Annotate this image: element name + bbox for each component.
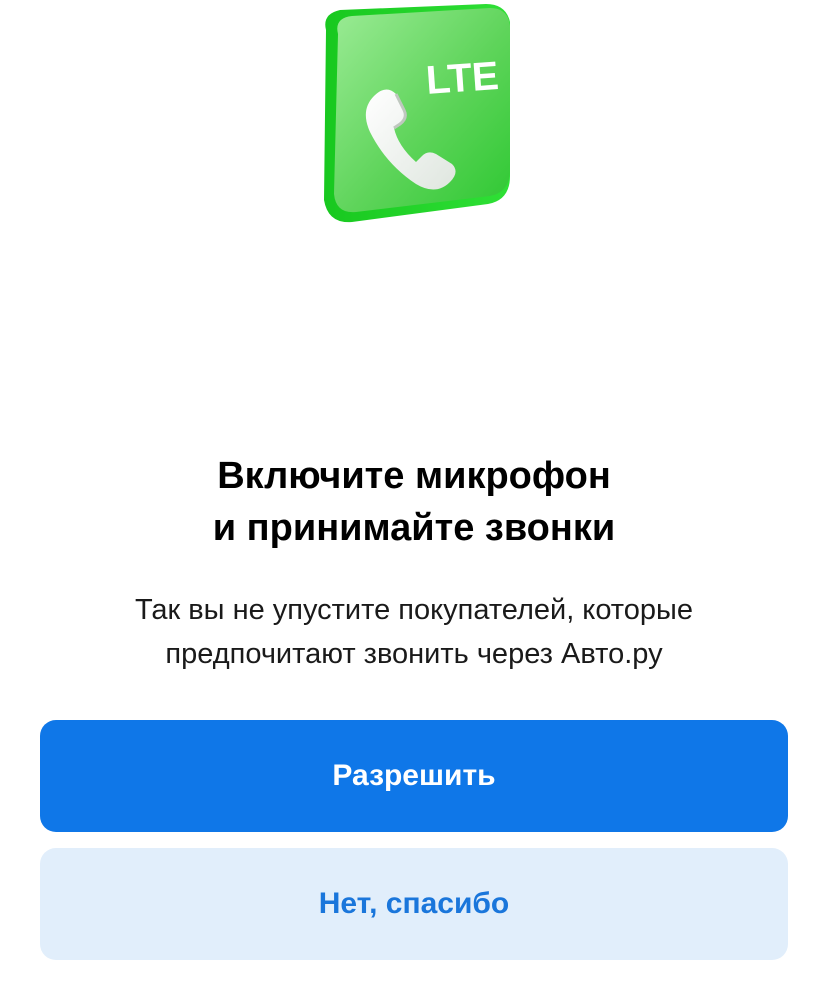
- microphone-permission-screen: LTE Включите микрофон и принимайте звонк…: [0, 0, 828, 1000]
- dialog-description: Так вы не упустите покупателей, которые …: [0, 588, 828, 676]
- lte-call-illustration: LTE: [304, 0, 524, 232]
- dialog-title-line-2: и принимайте звонки: [212, 507, 616, 549]
- dialog-description-line-1: Так вы не упустите покупателей, которые: [134, 594, 693, 626]
- allow-button[interactable]: Разрешить: [40, 720, 788, 832]
- lte-badge-text: LTE: [425, 54, 500, 103]
- dialog-description-line-2: предпочитают звонить через Авто.ру: [165, 638, 663, 670]
- lte-phone-icon: LTE: [324, 4, 510, 223]
- dialog-title-line-1: Включите микрофон: [217, 455, 611, 497]
- decline-button[interactable]: Нет, спасибо: [40, 848, 788, 960]
- dialog-title: Включите микрофон и принимайте звонки: [0, 450, 828, 554]
